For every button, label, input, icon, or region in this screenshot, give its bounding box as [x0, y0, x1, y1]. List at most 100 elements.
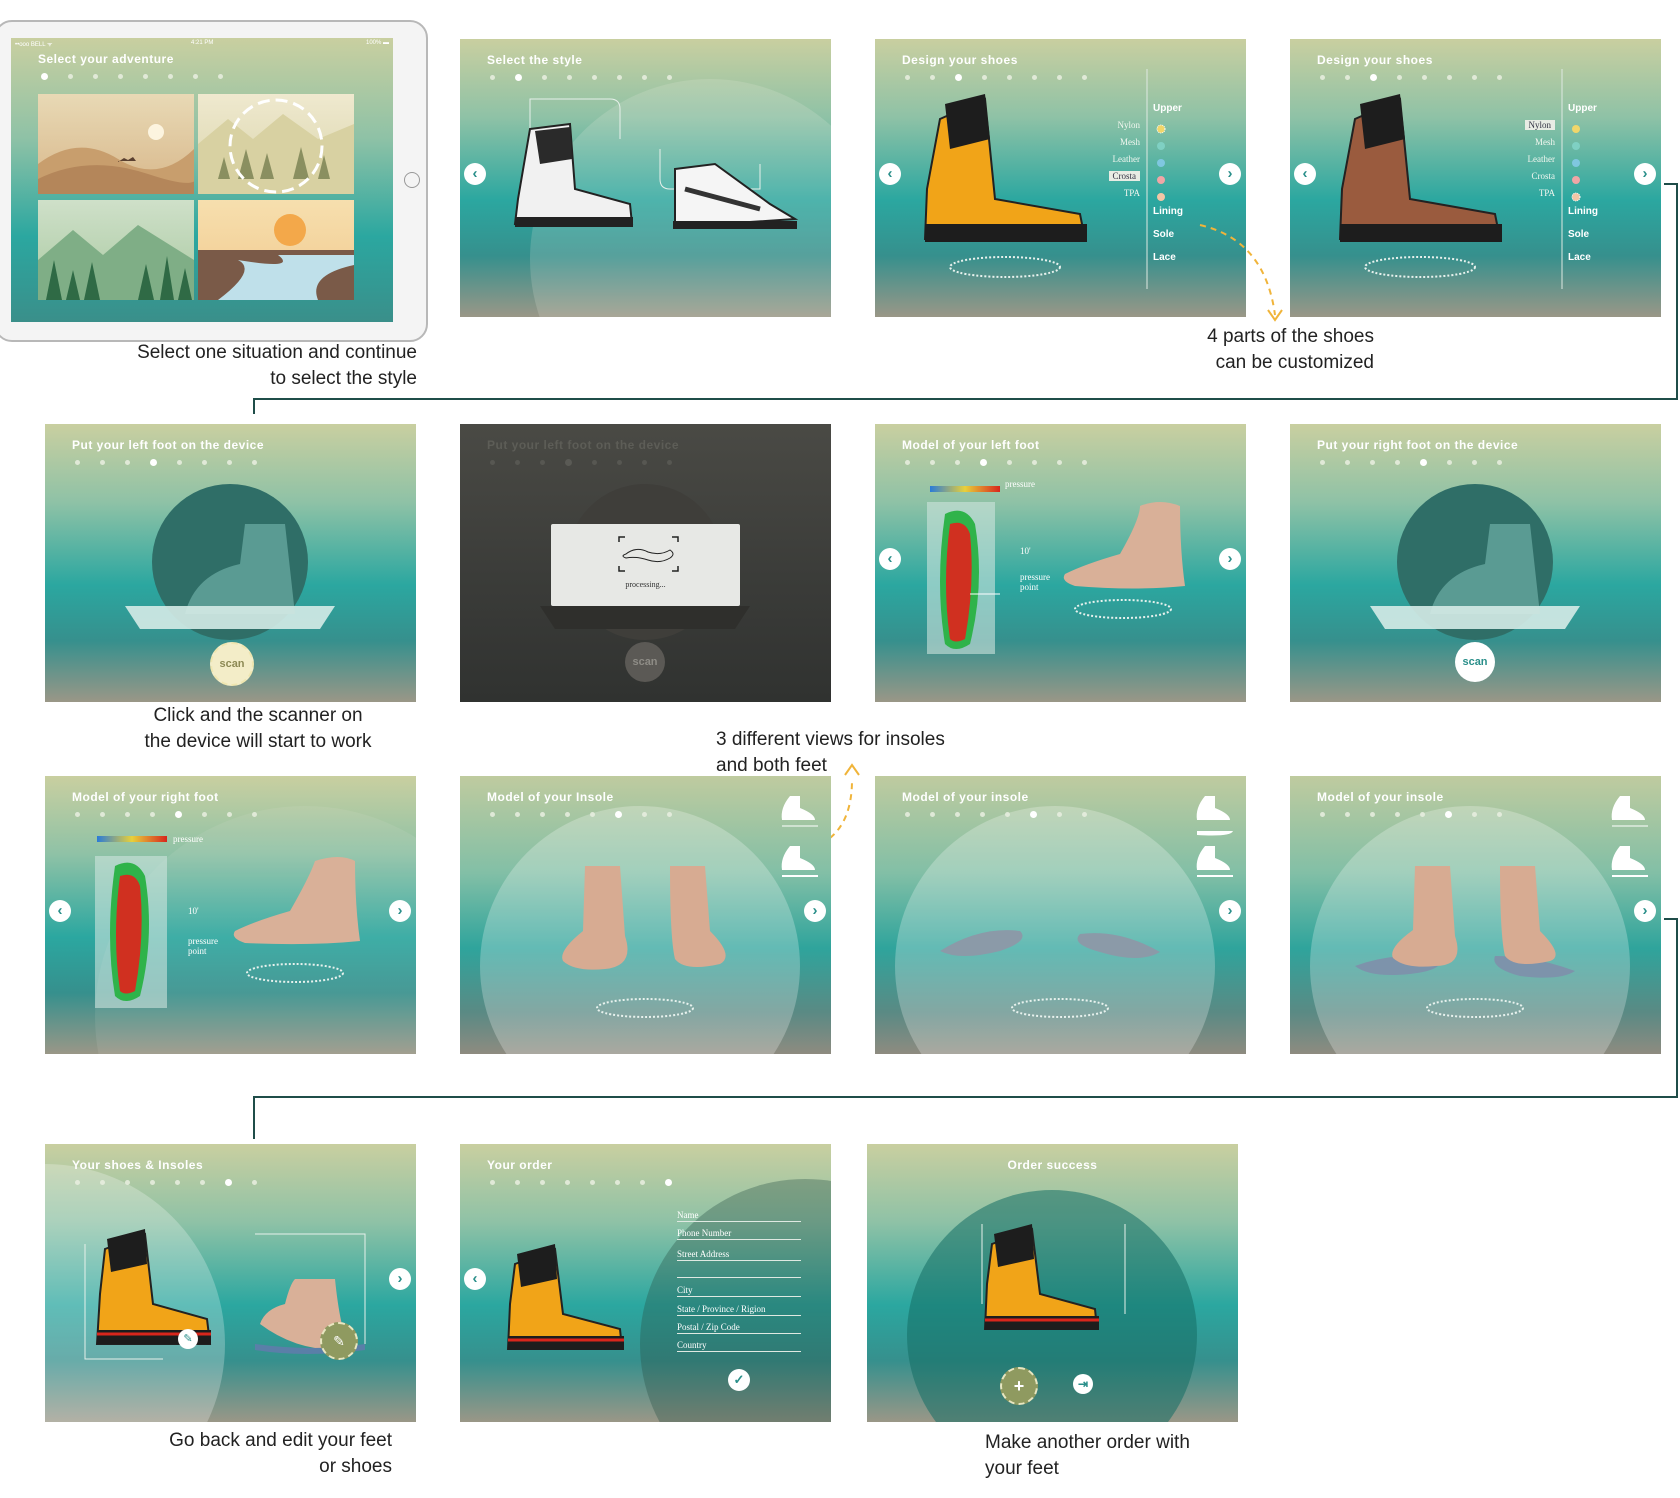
connector-line	[253, 398, 255, 414]
screen-processing: Put your left foot on the device process…	[460, 424, 831, 702]
caption-line: 3 different views for insoles	[716, 729, 945, 750]
new-order-plus-icon[interactable]: +	[1000, 1367, 1038, 1405]
home-button[interactable]	[404, 172, 420, 188]
part-lining[interactable]: Lining	[1568, 206, 1598, 217]
progress-dot	[193, 74, 198, 79]
caption-scanner: Click and the scanner on the device will…	[108, 703, 408, 755]
screen-right-foot-model: Model of your right foot ‹ › pressure 10…	[45, 776, 416, 1054]
connector-line	[253, 398, 1678, 400]
insole-foot-view-icon[interactable]	[781, 846, 818, 877]
caption-line: 4 parts of the shoes	[1207, 326, 1374, 347]
connector-line	[253, 1096, 255, 1139]
forest-fog-tile[interactable]	[198, 94, 354, 194]
part-upper[interactable]: Upper	[1153, 103, 1182, 114]
part-lace[interactable]: Lace	[1153, 252, 1176, 263]
trail-shoe-option[interactable]	[673, 162, 799, 229]
progress-dots	[41, 73, 223, 80]
screen-shoes-insoles: Your shoes & Insoles › ✎ ✎	[45, 1144, 416, 1422]
edit-feet-icon[interactable]: ✎	[320, 1322, 358, 1360]
screen-design-shoes-brown: Design your shoes ‹ › Nylon Mesh Leather…	[1290, 39, 1661, 317]
tablet-frame: ••ooo BELL ᯤ 4:21 PM 100% ▬ Select your …	[0, 20, 428, 342]
caption-three-views: 3 different views for insoles and both f…	[716, 727, 1016, 779]
progress-dot	[41, 73, 48, 80]
view-switcher	[781, 796, 818, 877]
screen-select-style: Select the style ‹	[460, 39, 831, 317]
summary-view	[84, 1229, 366, 1360]
street-address-line2-field[interactable]	[677, 1266, 801, 1278]
name-field[interactable]: Name	[677, 1210, 801, 1222]
scan-button[interactable]: scan	[1455, 642, 1495, 682]
scan-button-disabled: scan	[625, 642, 665, 682]
foot-view-icon[interactable]	[1196, 796, 1230, 820]
part-sole[interactable]: Sole	[1153, 229, 1174, 240]
state-field[interactable]: State / Province / Rigion	[677, 1304, 801, 1316]
caption-line: or shoes	[319, 1456, 392, 1477]
part-lace[interactable]: Lace	[1568, 252, 1591, 263]
view-switcher	[1611, 796, 1648, 877]
mountain-forest-illustration	[38, 225, 194, 300]
caption-select-situation: Select one situation and continue to sel…	[60, 340, 417, 392]
desert-illustration	[38, 124, 194, 194]
insole-view-icon[interactable]	[1197, 831, 1233, 836]
foot-view-icon[interactable]	[1611, 796, 1648, 827]
progress-dot	[168, 74, 173, 79]
connector-line	[253, 1096, 1678, 1098]
screen-insole-only: Model of your insole ›	[875, 776, 1246, 1054]
sunset-river-tile[interactable]	[198, 200, 354, 300]
mountain-forest-tile[interactable]	[38, 200, 194, 300]
screen-your-order: Your order ‹ Name Phone Number Street Ad…	[460, 1144, 831, 1422]
progress-dot	[218, 74, 223, 79]
page-title: Select your adventure	[38, 52, 174, 66]
confirm-check-icon[interactable]: ✓	[728, 1369, 750, 1391]
progress-dot	[68, 74, 73, 79]
processing-label: processing...	[625, 580, 666, 589]
connector-line	[1664, 183, 1678, 185]
left-foot-3d	[1063, 502, 1185, 619]
scan-button[interactable]: scan	[210, 642, 254, 686]
success-boot	[981, 1224, 1126, 1330]
screen-left-foot-scan: Put your left foot on the device scan	[45, 424, 416, 702]
foot-view-icon[interactable]	[781, 796, 818, 827]
right-foot-3d	[233, 857, 360, 983]
caption-line: Go back and edit your feet	[169, 1430, 392, 1451]
screen-design-shoes-yellow: Design your shoes ‹ › Nylon Mesh Leather…	[875, 39, 1246, 317]
caption-line: Select one situation and continue	[137, 342, 417, 363]
caption-another-order: Make another order with your feet	[985, 1430, 1285, 1482]
screen-left-foot-model: Model of your left foot ‹ › pressure 10'…	[875, 424, 1246, 702]
phone-field[interactable]: Phone Number	[677, 1228, 801, 1240]
postal-code-field[interactable]: Postal / Zip Code	[677, 1322, 801, 1334]
caption-line: can be customized	[1215, 352, 1374, 373]
adventure-screen: ••ooo BELL ᯤ 4:21 PM 100% ▬ Select your …	[11, 38, 393, 322]
country-field[interactable]: Country	[677, 1340, 801, 1352]
caption-edit: Go back and edit your feet or shoes	[90, 1428, 392, 1480]
edit-shoes-icon[interactable]: ✎	[178, 1329, 198, 1349]
part-lining[interactable]: Lining	[1153, 206, 1183, 217]
foot-scan-icon	[618, 536, 679, 572]
connector-line	[1676, 183, 1678, 398]
screen-feet-on-insoles: Model of your insole ›	[1290, 776, 1661, 1054]
status-battery: 100% ▬	[365, 40, 389, 46]
caption-line: Click and the scanner on	[153, 705, 363, 726]
caption-line: Make another order with	[985, 1432, 1190, 1453]
insole-foot-view-icon[interactable]	[1611, 846, 1648, 877]
city-field[interactable]: City	[677, 1285, 801, 1297]
progress-dot	[118, 74, 123, 79]
connector-line	[1676, 918, 1678, 1096]
exit-icon[interactable]: ⇥	[1073, 1374, 1093, 1394]
screen-insole-feet: Model of your Insole ›	[460, 776, 831, 1054]
sunset-river-illustration	[198, 214, 354, 300]
screen-order-success: Order success + ⇥	[867, 1144, 1238, 1422]
status-time: 4:21 PM	[191, 40, 214, 46]
part-sole[interactable]: Sole	[1568, 229, 1589, 240]
desert-tile[interactable]	[38, 94, 194, 194]
insole-foot-view-icon[interactable]	[1196, 846, 1233, 877]
screen-right-foot-scan: Put your right foot on the device scan	[1290, 424, 1661, 702]
part-upper[interactable]: Upper	[1568, 103, 1597, 114]
hiking-boot-option[interactable]	[513, 122, 634, 227]
status-carrier: ••ooo BELL ᯤ	[15, 42, 53, 48]
ux-flow-board: ••ooo BELL ᯤ 4:21 PM 100% ▬ Select your …	[0, 0, 1680, 1498]
street-address-field[interactable]: Street Address	[677, 1249, 801, 1261]
caption-line: your feet	[985, 1458, 1059, 1479]
progress-dot	[93, 74, 98, 79]
color-swatches	[1156, 124, 1166, 201]
